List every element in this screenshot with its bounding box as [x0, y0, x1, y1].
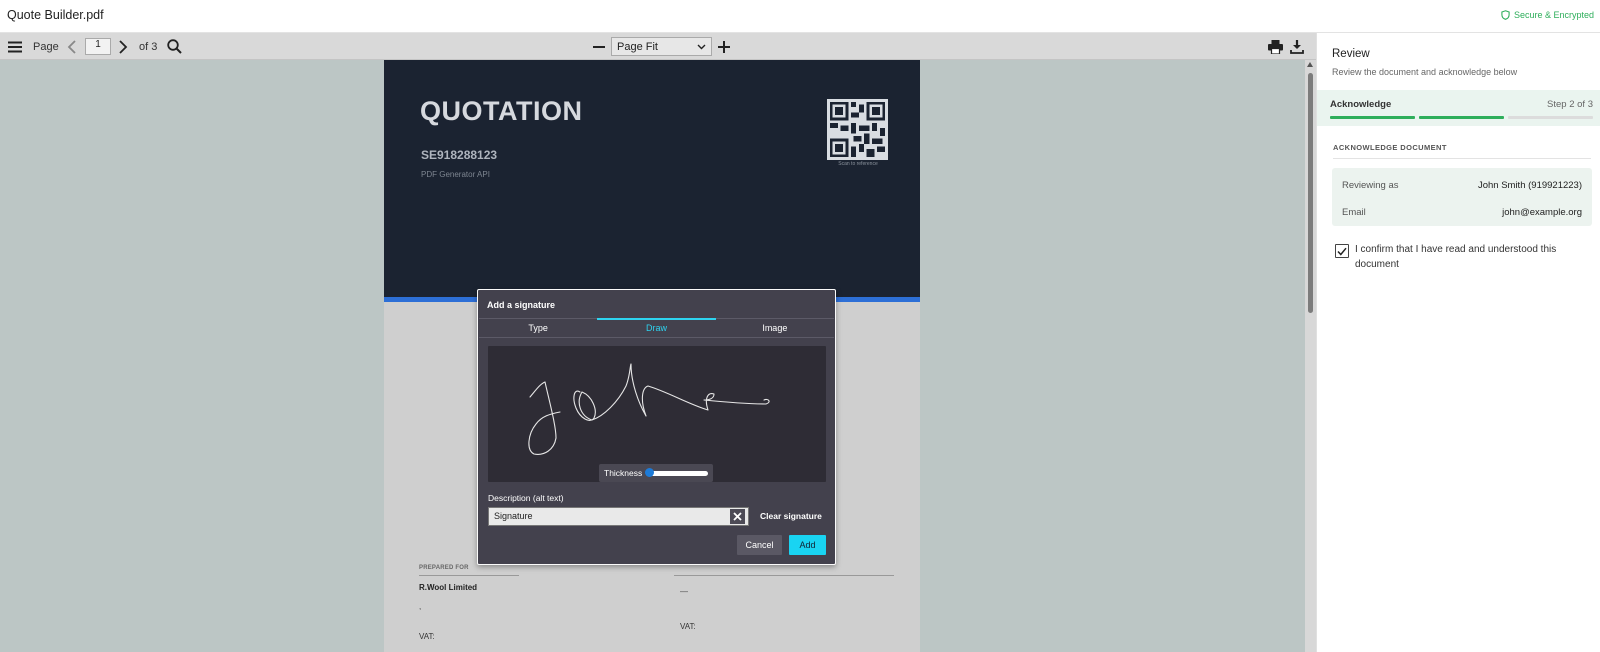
- page-number-input[interactable]: 1: [85, 38, 111, 55]
- search-button[interactable]: [167, 33, 182, 60]
- client-vat: VAT:: [419, 632, 435, 641]
- print-icon: [1268, 39, 1283, 54]
- add-button[interactable]: Add: [789, 535, 826, 555]
- cancel-button[interactable]: Cancel: [737, 535, 782, 555]
- qr-code: [827, 99, 888, 160]
- download-button[interactable]: [1290, 33, 1304, 60]
- divider-line: [674, 575, 894, 576]
- tab-draw[interactable]: Draw: [597, 318, 716, 337]
- tab-image[interactable]: Image: [716, 319, 834, 337]
- section-title: ACKNOWLEDGE DOCUMENT: [1333, 143, 1447, 152]
- page-total: of 3: [139, 40, 158, 53]
- shield-icon: [1501, 10, 1510, 20]
- step-progress-2: [1419, 116, 1504, 119]
- drawn-signature: [528, 363, 770, 455]
- zoom-select[interactable]: Page Fit: [611, 37, 712, 56]
- quote-subtitle: PDF Generator API: [421, 170, 490, 179]
- panel-subtitle: Review the document and acknowledge belo…: [1332, 67, 1518, 77]
- reviewer-info: Reviewing as John Smith (919921223) Emai…: [1332, 168, 1592, 226]
- clear-description-button[interactable]: [730, 509, 745, 524]
- quote-number: SE918288123: [421, 148, 498, 162]
- dialog-title: Add a signature: [487, 300, 556, 310]
- email-label: Email: [1342, 207, 1366, 218]
- thickness-control: Thickness: [599, 464, 713, 482]
- divider-line: [419, 575, 519, 576]
- close-icon: [733, 512, 742, 521]
- plus-icon: [718, 40, 730, 53]
- thickness-label: Thickness: [604, 468, 643, 478]
- signature-tabs: Type Draw Image: [479, 318, 834, 338]
- reviewing-as-label: Reviewing as: [1342, 180, 1399, 191]
- minus-icon: [593, 45, 605, 48]
- clear-signature-button[interactable]: Clear signature: [760, 511, 822, 521]
- qr-code-icon: [830, 102, 885, 157]
- search-icon: [167, 39, 182, 54]
- scroll-up-icon[interactable]: [1307, 62, 1313, 67]
- step-name: Acknowledge: [1330, 99, 1392, 110]
- panel-title: Review: [1332, 48, 1370, 60]
- client-address: ,: [419, 602, 422, 611]
- email-row: Email john@example.org: [1342, 207, 1582, 218]
- vertical-scrollbar[interactable]: [1305, 60, 1316, 652]
- review-panel: Review Review the document and acknowled…: [1316, 33, 1600, 652]
- download-icon: [1290, 39, 1304, 54]
- viewer-toolbar: Page 1 of 3 Page Fit: [0, 33, 1316, 60]
- title-bar: Quote Builder.pdf Secure & Encrypted: [0, 0, 1600, 33]
- step-count: Step 2 of 3: [1547, 99, 1593, 110]
- zoom-out-button[interactable]: [593, 33, 605, 60]
- reviewer-name: John Smith (919921223): [1477, 180, 1582, 191]
- previous-page-button[interactable]: [67, 33, 77, 60]
- chevron-down-icon: [697, 44, 706, 49]
- zoom-in-button[interactable]: [718, 33, 730, 60]
- step-indicator: Acknowledge Step 2 of 3: [1317, 90, 1600, 126]
- reviewing-as-row: Reviewing as John Smith (919921223): [1342, 180, 1582, 191]
- chevron-right-icon: [119, 39, 128, 54]
- qr-caption: Scan to reference: [838, 161, 878, 167]
- checkmark-icon: [1337, 247, 1347, 256]
- step-progress-1: [1330, 116, 1415, 119]
- quote-header: QUOTATION SE918288123 PDF Generator API …: [384, 60, 920, 297]
- step-progress-3: [1508, 116, 1593, 119]
- secure-badge: Secure & Encrypted: [1501, 10, 1594, 20]
- description-label: Description (alt text): [488, 493, 564, 503]
- hamburger-icon: [8, 41, 22, 52]
- scrollbar-thumb[interactable]: [1308, 73, 1313, 313]
- reviewer-email: john@example.org: [1502, 207, 1582, 218]
- zoom-value: Page Fit: [617, 40, 658, 53]
- section-divider: [1333, 158, 1591, 159]
- menu-button[interactable]: [8, 33, 22, 60]
- add-signature-dialog: Add a signature Type Draw Image Thicknes…: [477, 289, 836, 565]
- seller-address: —: [680, 587, 688, 596]
- secure-text: Secure & Encrypted: [1513, 10, 1594, 20]
- thickness-slider[interactable]: [645, 468, 709, 477]
- tab-type[interactable]: Type: [479, 319, 597, 337]
- signature-canvas[interactable]: Thickness: [488, 346, 826, 482]
- seller-vat: VAT:: [680, 622, 696, 631]
- description-input[interactable]: Signature: [488, 507, 749, 526]
- confirm-text: I confirm that I have read and understoo…: [1355, 244, 1557, 270]
- next-page-button[interactable]: [118, 33, 128, 60]
- confirm-checkbox[interactable]: [1335, 244, 1349, 258]
- quote-title: QUOTATION: [420, 96, 583, 126]
- chevron-left-icon: [67, 39, 76, 54]
- thickness-slider-handle[interactable]: [645, 468, 655, 477]
- print-button[interactable]: [1268, 33, 1283, 60]
- document-filename: Quote Builder.pdf: [7, 8, 104, 22]
- page-label: Page: [33, 40, 59, 53]
- prepared-for-label: PREPARED FOR: [419, 565, 469, 571]
- client-name: R.Wool Limited: [419, 583, 478, 592]
